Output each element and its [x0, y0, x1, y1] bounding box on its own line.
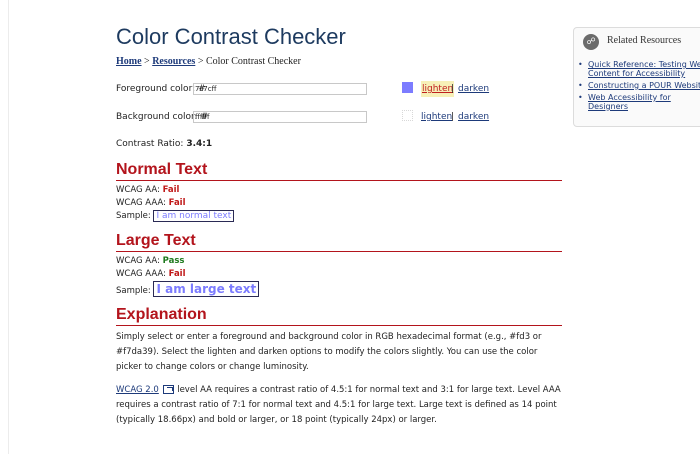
resource-link[interactable]: Web Accessibility for Designers — [588, 93, 671, 111]
normal-aa-line: WCAG AA: Fail — [116, 184, 562, 197]
large-aa-result: Pass — [162, 256, 185, 266]
normal-aa-label: WCAG AA: — [116, 185, 160, 195]
page-left-border — [8, 0, 9, 454]
link-separator: | — [451, 84, 455, 94]
breadcrumb-home-link[interactable]: Home — [116, 56, 142, 67]
large-aa-label: WCAG AA: — [116, 256, 160, 266]
breadcrumb-resources-link[interactable]: Resources — [152, 56, 195, 67]
contrast-ratio-label: Contrast Ratio: — [116, 139, 184, 149]
large-sample-line: Sample: I am large text — [116, 281, 562, 299]
page-title: Color Contrast Checker — [116, 24, 346, 49]
main-content: Color Contrast Checker Home > Resources … — [116, 22, 562, 428]
list-item: Quick Reference: Testing Web Content for… — [578, 60, 700, 78]
normal-sample-line: Sample: I am normal text — [116, 210, 562, 223]
wcag-link[interactable]: WCAG 2.0 — [116, 385, 159, 395]
background-lighten-link[interactable]: lighten — [421, 109, 452, 125]
explanation-heading: Explanation — [116, 305, 562, 326]
list-item: Web Accessibility for Designers — [578, 93, 700, 111]
link-separator: | — [451, 112, 455, 122]
related-resources-list: Quick Reference: Testing Web Content for… — [574, 60, 700, 111]
large-aaa-label: WCAG AAA: — [116, 269, 166, 279]
foreground-color-swatch[interactable] — [402, 82, 413, 93]
breadcrumb-separator: > — [197, 56, 204, 67]
contrast-ratio: Contrast Ratio: 3.4:1 — [116, 137, 562, 151]
resource-link[interactable]: Constructing a POUR Website — [588, 81, 700, 90]
contrast-ratio-value: 3.4:1 — [186, 139, 213, 149]
foreground-hex-input[interactable]: 7c7cff — [193, 83, 367, 95]
related-resources-panel: ☍ Related Resources Quick Reference: Tes… — [573, 27, 700, 127]
explanation-paragraph: Simply select or enter a foreground and … — [116, 332, 542, 372]
external-link-icon — [162, 385, 174, 394]
foreground-lighten-link[interactable]: lighten — [421, 81, 455, 97]
background-hex-input[interactable]: ffffff — [193, 111, 367, 123]
foreground-row: Foreground color: # 7c7cff lighten | dar… — [116, 81, 562, 97]
background-row: Background color: # ffffff lighten | dar… — [116, 109, 562, 125]
wcag-paragraph-text: level AA requires a contrast ratio of 4.… — [116, 385, 561, 425]
list-item: Constructing a POUR Website — [578, 81, 700, 90]
normal-aa-result: Fail — [162, 185, 180, 195]
large-aa-line: WCAG AA: Pass — [116, 255, 562, 268]
normal-aaa-label: WCAG AAA: — [116, 198, 166, 208]
normal-aaa-result: Fail — [168, 198, 186, 208]
link-icon: ☍ — [583, 34, 599, 50]
large-sample-label: Sample: — [116, 286, 151, 296]
background-color-swatch[interactable] — [402, 110, 413, 121]
large-aaa-line: WCAG AAA: Fail — [116, 268, 562, 281]
large-aaa-result: Fail — [168, 269, 186, 279]
normal-text-sample: I am normal text — [153, 210, 235, 222]
breadcrumb-separator: > — [144, 56, 150, 67]
related-resources-header: ☍ Related Resources — [574, 28, 700, 56]
normal-aaa-line: WCAG AAA: Fail — [116, 197, 562, 210]
normal-text-heading: Normal Text — [116, 160, 562, 181]
foreground-darken-link[interactable]: darken — [458, 81, 489, 97]
background-darken-link[interactable]: darken — [458, 109, 489, 125]
resource-link[interactable]: Quick Reference: Testing Web Content for… — [588, 60, 700, 78]
related-resources-title: Related Resources — [607, 35, 682, 46]
normal-sample-label: Sample: — [116, 211, 151, 221]
large-text-sample: I am large text — [153, 281, 260, 297]
wcag-paragraph: WCAG 2.0 level AA requires a contrast ra… — [116, 383, 562, 428]
breadcrumb-current: Color Contrast Checker — [205, 56, 301, 67]
breadcrumb: Home > Resources > Color Contrast Checke… — [116, 56, 562, 70]
large-text-heading: Large Text — [116, 231, 562, 252]
